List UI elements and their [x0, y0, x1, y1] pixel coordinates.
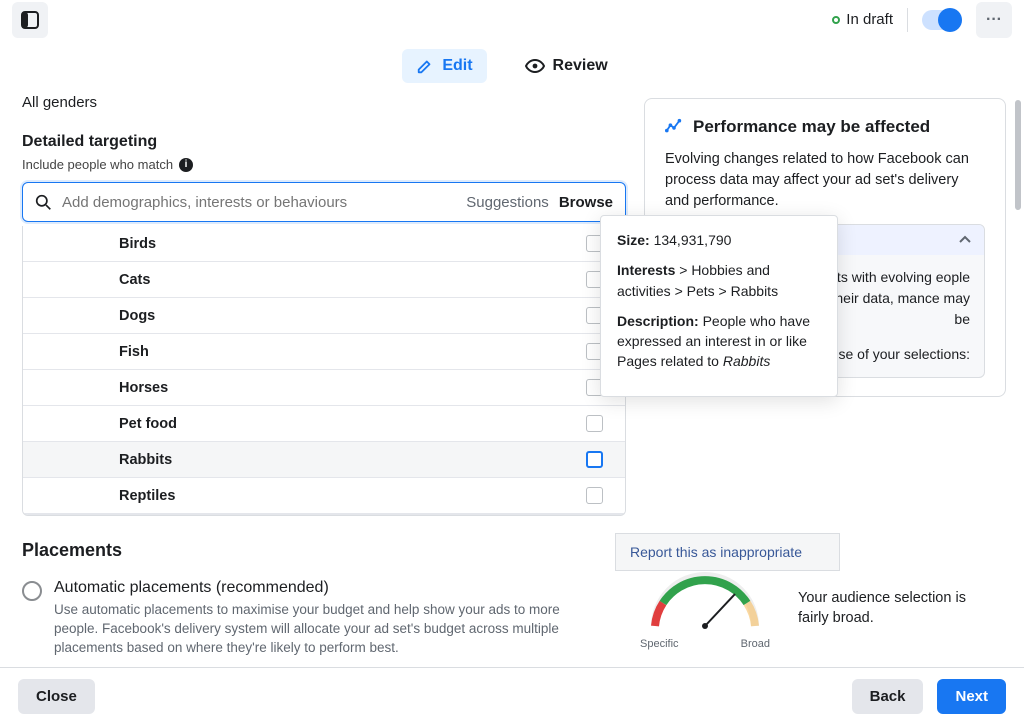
- option-reptiles[interactable]: Reptiles: [23, 478, 625, 514]
- report-inappropriate-link[interactable]: Report this as inappropriate: [615, 533, 840, 571]
- placement-option-automatic[interactable]: Automatic placements (recommended) Use a…: [22, 579, 626, 658]
- eye-icon: [525, 59, 545, 73]
- detailed-targeting-subtext: Include people who match i: [22, 157, 626, 172]
- suggestions-link[interactable]: Suggestions: [466, 194, 549, 211]
- checkbox[interactable]: [586, 487, 603, 504]
- panel-icon: [21, 11, 39, 29]
- gauge-label-specific: Specific: [640, 638, 679, 650]
- targeting-dropdown: Birds Cats Dogs Fish Horses Pet food Rab…: [22, 226, 626, 516]
- option-birds[interactable]: Birds: [23, 226, 625, 262]
- category-politics[interactable]: Politics and social issues: [23, 514, 625, 516]
- divider: [907, 8, 908, 32]
- info-icon[interactable]: i: [179, 158, 193, 172]
- option-cats[interactable]: Cats: [23, 262, 625, 298]
- audience-note: Your audience selection is fairly broad.: [798, 588, 968, 629]
- draft-status: In draft: [832, 11, 893, 29]
- gauge-label-broad: Broad: [741, 638, 770, 650]
- placement-auto-title: Automatic placements (recommended): [54, 579, 594, 597]
- tab-edit[interactable]: Edit: [402, 49, 486, 83]
- genders-summary: All genders: [22, 94, 626, 111]
- radio-auto[interactable]: [22, 581, 42, 601]
- footer-bar: Close Back Next: [0, 667, 1024, 725]
- placements-heading: Placements: [22, 540, 626, 561]
- option-dogs[interactable]: Dogs: [23, 298, 625, 334]
- search-icon: [35, 194, 52, 211]
- tab-row: Edit Review: [0, 44, 1024, 88]
- publish-toggle[interactable]: [922, 10, 962, 30]
- chevron-up-icon: [958, 233, 972, 247]
- top-bar: In draft ···: [0, 0, 1024, 40]
- interest-size: 134,931,790: [654, 232, 732, 248]
- audience-gauge: Specific Broad: [640, 566, 770, 650]
- detailed-targeting-heading: Detailed targeting: [22, 133, 626, 151]
- pencil-icon: [416, 57, 434, 75]
- panel-toggle-button[interactable]: [12, 2, 48, 38]
- status-dot-icon: [832, 16, 840, 24]
- checkbox[interactable]: [586, 451, 603, 468]
- checkbox[interactable]: [586, 415, 603, 432]
- option-fish[interactable]: Fish: [23, 334, 625, 370]
- more-menu-button[interactable]: ···: [976, 2, 1012, 38]
- interest-detail-popover: Size: 134,931,790 Interests > Hobbies an…: [600, 215, 838, 397]
- scrollbar[interactable]: [1015, 100, 1021, 210]
- targeting-search[interactable]: Suggestions Browse: [22, 182, 626, 222]
- browse-link[interactable]: Browse: [559, 194, 613, 211]
- close-button[interactable]: Close: [18, 679, 95, 714]
- performance-card-body: Evolving changes related to how Facebook…: [665, 149, 985, 212]
- option-horses[interactable]: Horses: [23, 370, 625, 406]
- targeting-search-input[interactable]: [62, 194, 456, 211]
- tab-review[interactable]: Review: [511, 49, 622, 83]
- back-button[interactable]: Back: [852, 679, 924, 714]
- placements-section: Placements Automatic placements (recomme…: [22, 540, 626, 667]
- option-pet-food[interactable]: Pet food: [23, 406, 625, 442]
- performance-card-title: Performance may be affected: [693, 117, 930, 137]
- next-button[interactable]: Next: [937, 679, 1006, 714]
- placement-auto-desc: Use automatic placements to maximise you…: [54, 601, 594, 658]
- option-rabbits[interactable]: Rabbits: [23, 442, 625, 478]
- trend-icon: [665, 118, 683, 136]
